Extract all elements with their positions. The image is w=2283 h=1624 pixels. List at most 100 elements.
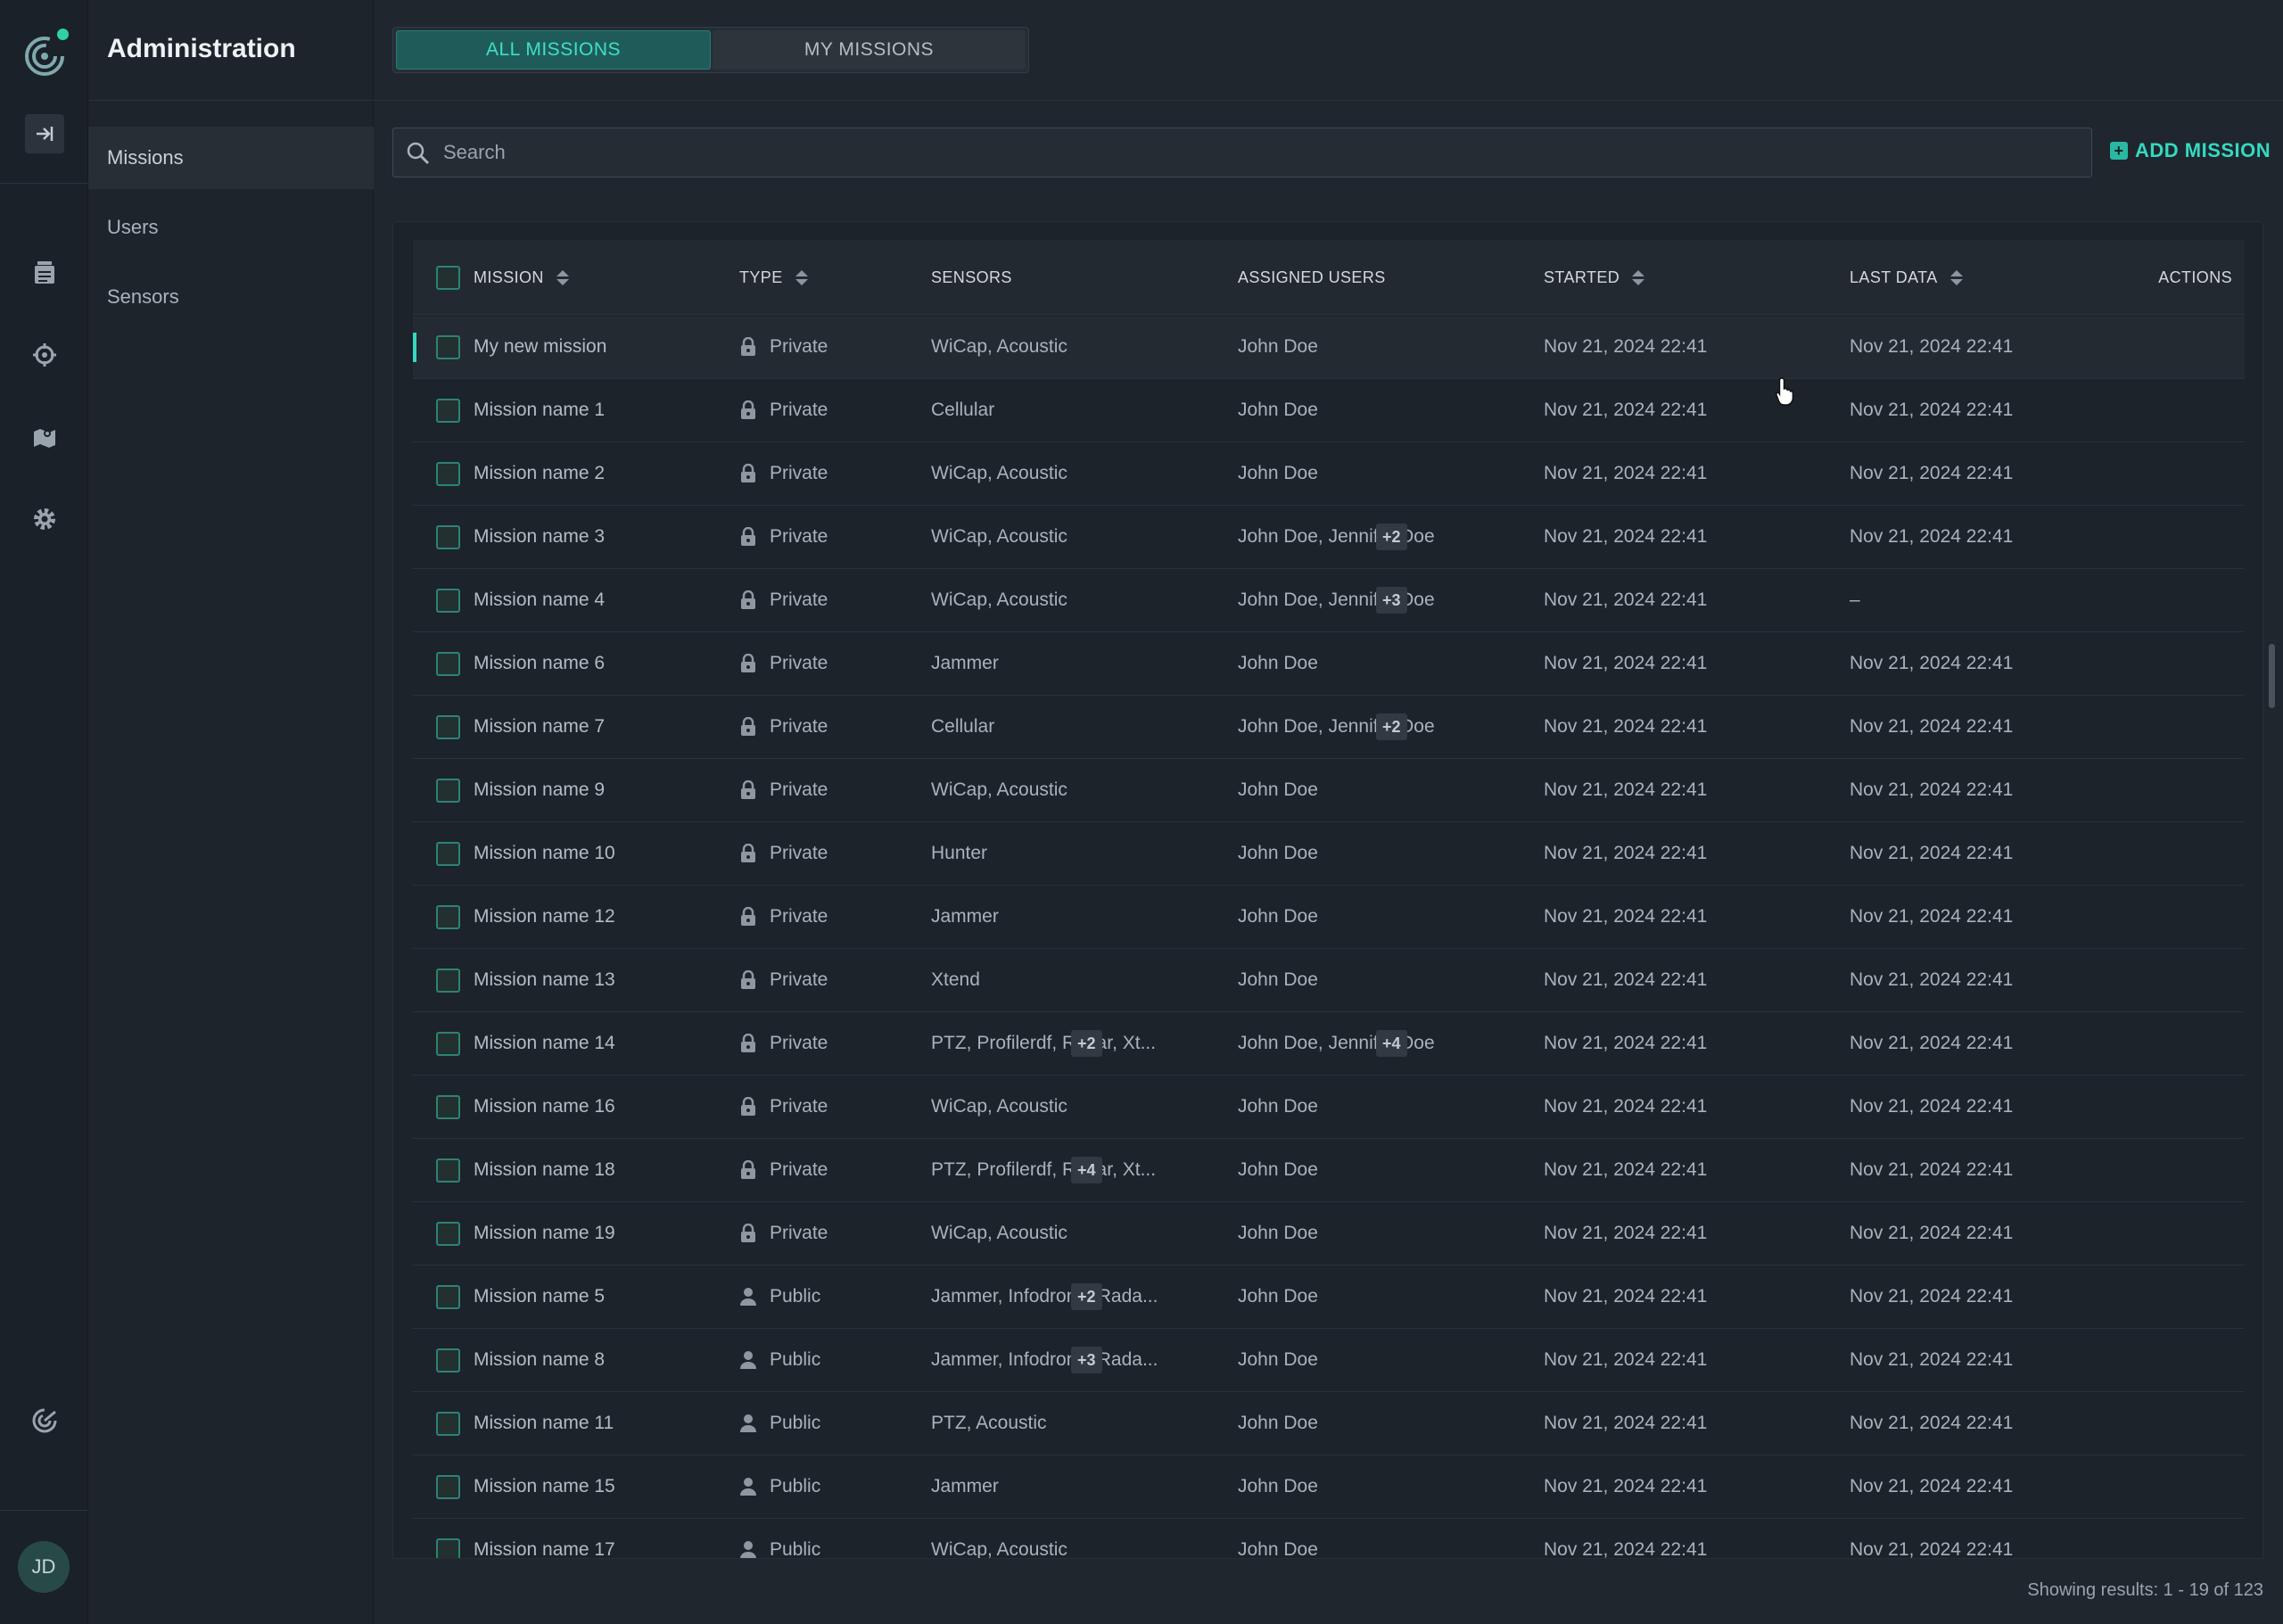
table-row[interactable]: Mission name 14 Private PTZ, Profilerdf, R… [413,1012,2245,1076]
table-row[interactable]: Mission name 2 Private WiCap, Acoustic John… [413,442,2245,506]
row-checkbox[interactable] [436,1537,460,1558]
row-checkbox[interactable] [436,1284,460,1309]
users-more-badge[interactable]: +3 [1376,587,1407,614]
sidebar-item-users[interactable]: Users [88,196,374,259]
tab-my-missions[interactable]: MY MISSIONS [713,30,1026,70]
live-icon[interactable] [27,255,62,291]
scrollbar[interactable] [2269,644,2275,708]
row-checkbox[interactable] [436,1348,460,1373]
table-row[interactable]: Mission name 6 Private Jammer John Doe Nov 2… [413,632,2245,696]
add-mission-button[interactable]: + ADD MISSION [2110,139,2271,162]
table-row[interactable]: Mission name 19 Private WiCap, Acoustic Joh… [413,1202,2245,1265]
mission-type: Private [739,822,828,885]
sort-icon[interactable] [1949,269,1963,285]
mission-name[interactable]: Mission name 8 [474,1329,605,1391]
avatar[interactable]: JD [18,1541,70,1593]
row-checkbox[interactable] [436,1094,460,1119]
search-input[interactable] [443,128,2075,177]
row-checkbox[interactable] [436,1411,460,1436]
type-label: Private [770,1223,828,1243]
sensors-more-badge[interactable]: +3 [1071,1347,1102,1373]
column-last-data[interactable]: LAST DATA [1850,240,1963,315]
table-row[interactable]: Mission name 11 Public PTZ, Acoustic John D… [413,1392,2245,1455]
select-all-checkbox[interactable] [436,265,460,290]
row-checkbox[interactable] [436,714,460,739]
row-checkbox[interactable] [436,778,460,803]
mission-name[interactable]: Mission name 15 [474,1455,615,1518]
row-checkbox[interactable] [436,334,460,359]
sort-icon[interactable] [1632,269,1645,285]
row-checkbox[interactable] [436,398,460,423]
row-checkbox[interactable] [436,904,460,929]
table-row[interactable]: Mission name 10 Private Hunter John Doe Nov … [413,822,2245,886]
table-row[interactable]: Mission name 9 Private WiCap, Acoustic John… [413,759,2245,822]
column-type[interactable]: TYPE [739,240,808,315]
users-more-badge[interactable]: +4 [1376,1030,1407,1057]
row-checkbox[interactable] [436,1221,460,1246]
mission-name[interactable]: Mission name 18 [474,1139,615,1201]
mission-sensors: WiCap, Acoustic [931,569,1216,631]
radar-icon[interactable] [27,1403,62,1439]
table-row[interactable]: Mission name 18 Private PTZ, Profilerdf, R… [413,1139,2245,1202]
row-checkbox[interactable] [436,1474,460,1499]
row-checkbox[interactable] [436,1158,460,1183]
logo-icon[interactable] [22,29,69,78]
mission-name[interactable]: Mission name 16 [474,1076,615,1138]
mission-name[interactable]: Mission name 6 [474,632,605,695]
tab-all-missions[interactable]: ALL MISSIONS [396,30,711,70]
table-row[interactable]: Mission name 8 Public Jammer, Infodrone, R… [413,1329,2245,1392]
table-row[interactable]: Mission name 17 Public WiCap, Acoustic John… [413,1519,2245,1558]
mission-name[interactable]: Mission name 4 [474,569,605,631]
row-checkbox[interactable] [436,841,460,866]
sensors-list: WiCap, Acoustic [931,336,1067,357]
users-list: John Doe [1238,1286,1318,1307]
mission-name[interactable]: Mission name 17 [474,1519,615,1558]
table-row[interactable]: Mission name 16 Private WiCap, Acoustic Joh… [413,1076,2245,1139]
table-row[interactable]: Mission name 3 Private WiCap, Acoustic John… [413,506,2245,569]
mission-name[interactable]: Mission name 12 [474,886,615,948]
table-row[interactable]: Mission name 4 Private WiCap, Acoustic John… [413,569,2245,632]
mission-name[interactable]: Mission name 13 [474,949,615,1011]
table-row[interactable]: Mission name 12 Private Jammer John Doe Nov … [413,886,2245,949]
gear-icon[interactable] [27,501,62,537]
sidebar-item-missions[interactable]: Missions [88,127,374,189]
mission-name[interactable]: Mission name 1 [474,379,605,441]
mission-name[interactable]: Mission name 7 [474,696,605,758]
map-icon[interactable] [27,419,62,455]
table-row[interactable]: Mission name 7 Private Cellular John Doe, J… [413,696,2245,759]
column-started[interactable]: STARTED [1544,240,1645,315]
row-checkbox[interactable] [436,651,460,676]
table-row[interactable]: Mission name 13 Private Xtend John Doe Nov 2… [413,949,2245,1012]
table-row[interactable]: My new mission Private WiCap, Acoustic John… [413,316,2245,379]
mission-name[interactable]: Mission name 3 [474,506,605,568]
row-checkbox[interactable] [436,968,460,993]
row-checkbox[interactable] [436,524,460,549]
mission-name[interactable]: Mission name 9 [474,759,605,821]
sensors-more-badge[interactable]: +4 [1071,1157,1102,1183]
header-select-all[interactable] [436,240,460,315]
sort-icon[interactable] [795,269,808,285]
users-more-badge[interactable]: +2 [1376,713,1407,740]
mission-name[interactable]: Mission name 10 [474,822,615,885]
table-row[interactable]: Mission name 15 Public Jammer John Doe Nov 2… [413,1455,2245,1519]
mission-name[interactable]: My new mission [474,316,606,378]
target-icon[interactable] [27,337,62,373]
users-more-badge[interactable]: +2 [1376,523,1407,550]
row-checkbox[interactable] [436,1031,460,1056]
mission-name[interactable]: Mission name 14 [474,1012,615,1075]
row-checkbox[interactable] [436,588,460,613]
sort-icon[interactable] [556,269,569,285]
table-row[interactable]: Mission name 1 Private Cellular John Doe Nov… [413,379,2245,442]
column-mission[interactable]: MISSION [474,240,569,315]
mission-name[interactable]: Mission name 5 [474,1265,605,1328]
table-row[interactable]: Mission name 5 Public Jammer, Infodrone, R… [413,1265,2245,1329]
sensors-more-badge[interactable]: +2 [1071,1283,1102,1310]
row-checkbox[interactable] [436,461,460,486]
mission-name[interactable]: Mission name 11 [474,1392,614,1455]
users-list: John Doe [1238,779,1318,800]
mission-name[interactable]: Mission name 2 [474,442,605,505]
sensors-more-badge[interactable]: +2 [1071,1030,1102,1057]
collapse-button[interactable] [25,114,64,153]
sidebar-item-sensors[interactable]: Sensors [88,266,374,328]
mission-name[interactable]: Mission name 19 [474,1202,615,1265]
